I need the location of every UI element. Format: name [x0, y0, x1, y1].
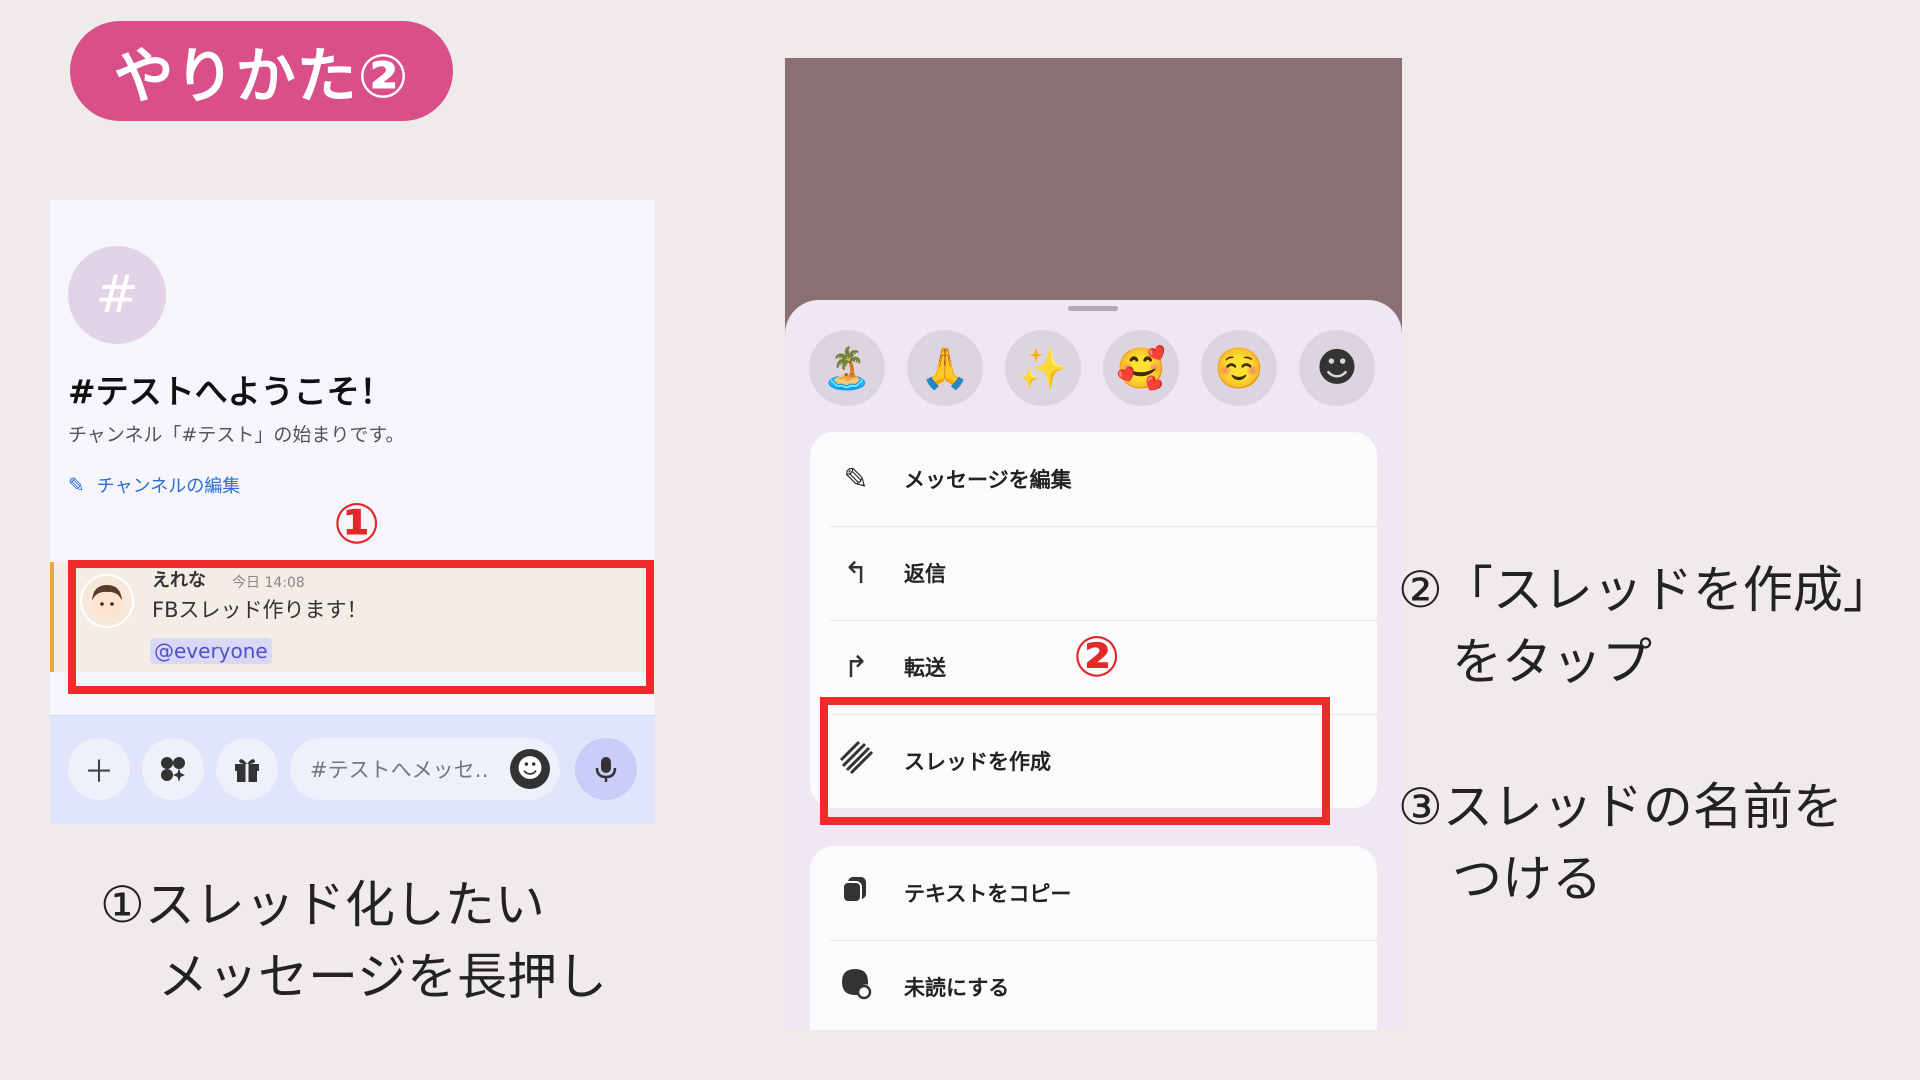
welcome-title: #テストへようこそ！ — [68, 372, 393, 411]
reaction-pray[interactable]: 🙏 — [907, 330, 983, 406]
step2-highlight — [820, 697, 1330, 825]
mic-button[interactable] — [575, 738, 637, 800]
reaction-sparkles[interactable]: ✨ — [1005, 330, 1081, 406]
pencil-icon: ✎ — [68, 473, 85, 497]
gift-button[interactable] — [216, 738, 278, 800]
microphone-icon — [595, 757, 617, 782]
welcome-subtitle: チャンネル「#テスト」の始まりです。 — [68, 424, 405, 446]
edit-channel-label: チャンネルの編集 — [96, 476, 241, 497]
reaction-hearts[interactable]: 🥰 — [1103, 330, 1179, 406]
reply-icon: ↰ — [843, 555, 869, 591]
apps-icon — [161, 757, 185, 782]
menu-item-mark-unread[interactable]: 未読にする — [810, 940, 1377, 1030]
menu-item-reply[interactable]: ↰ 返信 — [810, 526, 1377, 620]
menu-item-copy-text[interactable]: テキストをコピー — [810, 846, 1377, 940]
step1-highlight — [68, 560, 654, 694]
channel-avatar: # — [68, 246, 166, 344]
step1-marker: ① — [333, 492, 381, 557]
sheet-handle[interactable] — [1068, 306, 1118, 311]
step2-marker: ② — [1073, 625, 1121, 690]
instruction-step3-line2: つける — [1452, 850, 1602, 908]
reaction-palm[interactable]: 🏝️ — [809, 330, 885, 406]
plus-icon: ＋ — [84, 755, 114, 790]
hash-icon: # — [95, 265, 139, 325]
smiley-icon: ☻ — [516, 754, 544, 784]
menu-item-edit[interactable]: ✎ メッセージを編集 — [810, 432, 1377, 526]
emoji-button[interactable]: ☻ — [510, 749, 550, 789]
copy-icon — [836, 873, 876, 913]
instruction-step1-line2: メッセージを長押し — [158, 948, 607, 1006]
forward-icon: ↱ — [843, 649, 869, 685]
instruction-step2-line1: ②「スレッドを作成」 — [1398, 561, 1893, 619]
apps-button[interactable] — [142, 738, 204, 800]
title-pill: やりかた② — [70, 21, 453, 121]
gift-icon — [235, 759, 259, 782]
right-screenshot: 🏝️ 🙏 ✨ 🥰 ☺️ ☻ ✎ メッセージを編集 ↰ 返信 ↱ 転送 スレッドを… — [785, 58, 1402, 1030]
page-title: やりかた② — [113, 41, 410, 112]
add-button[interactable]: ＋ — [68, 738, 130, 800]
add-reaction-icon: ☻ — [1316, 345, 1358, 391]
instruction-step1-line1: ①スレッド化したい — [100, 876, 545, 934]
instruction-step2-line2: をタップ — [1452, 633, 1652, 691]
menu-group-2: テキストをコピー 未読にする — [810, 846, 1377, 1030]
add-reaction-button[interactable]: ☻ — [1299, 330, 1375, 406]
pencil-icon: ✎ — [843, 461, 869, 497]
instruction-step3-line1: ③スレッドの名前を — [1398, 778, 1843, 836]
reaction-smile[interactable]: ☺️ — [1201, 330, 1277, 406]
edit-channel-link[interactable]: ✎ チャンネルの編集 — [68, 472, 240, 498]
unread-icon — [836, 966, 876, 1008]
chat-input-bar: ＋ #テストへメッセ‥ ☻ — [50, 715, 655, 824]
